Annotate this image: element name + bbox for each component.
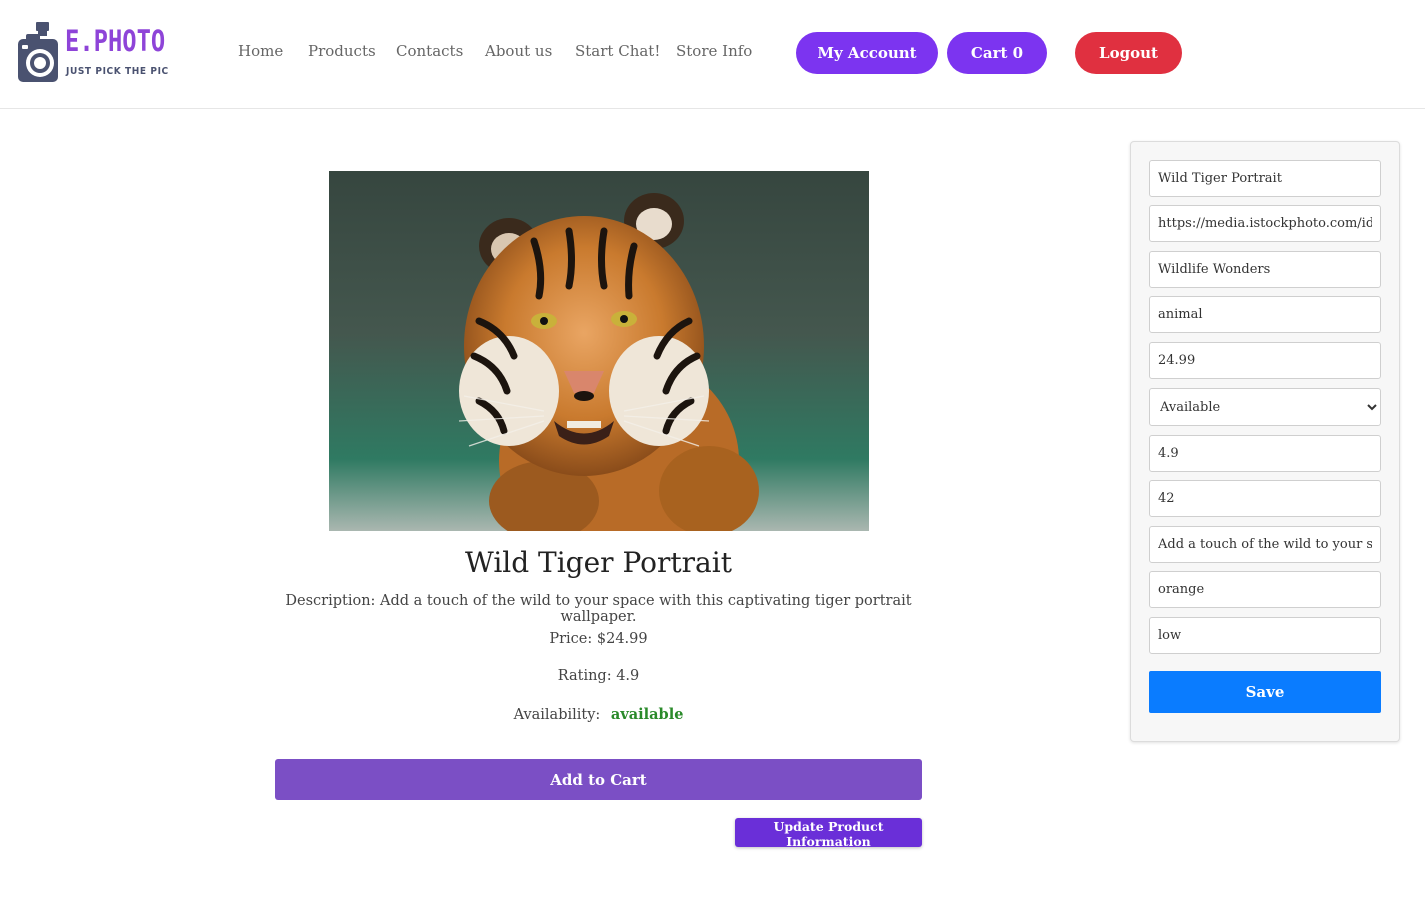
nav-home[interactable]: Home [238,42,283,60]
edit-product-panel: Available Save [1130,141,1400,742]
brand-name: E.PHOTO [65,24,166,58]
brand-logo[interactable]: E.PHOTO JUST PICK THE PIC [16,20,176,86]
color-field[interactable] [1149,571,1381,608]
camera-icon [18,22,58,82]
product-availability: Availability: available [275,706,922,723]
availability-status: available [610,706,684,723]
description-field[interactable] [1149,526,1381,563]
popularity-field[interactable] [1149,617,1381,654]
product-description: Description: Add a touch of the wild to … [285,593,912,625]
tiger-photo-icon [329,171,869,531]
availability-label: Availability: [513,707,601,723]
image-url-field[interactable] [1149,205,1381,242]
nav-about-us[interactable]: About us [485,42,552,60]
product-price: Price: $24.99 [549,631,648,647]
add-to-cart-button[interactable]: Add to Cart [275,759,922,800]
collection-field[interactable] [1149,251,1381,288]
nav-contacts[interactable]: Contacts [396,42,463,60]
nav-start-chat[interactable]: Start Chat! [575,42,660,60]
category-field[interactable] [1149,296,1381,333]
brand-tagline: JUST PICK THE PIC [66,66,169,77]
update-product-button[interactable]: Update Product Information [735,818,922,849]
save-button[interactable]: Save [1149,671,1381,713]
nav-store-info[interactable]: Store Info [676,42,752,60]
availability-select[interactable]: Available [1149,388,1381,426]
product-name-field[interactable] [1149,160,1381,197]
product-image [329,171,869,531]
logout-button[interactable]: Logout [1075,32,1182,74]
stock-field[interactable] [1149,480,1381,517]
cart-button[interactable]: Cart 0 [947,32,1047,74]
product-title: Wild Tiger Portrait [465,546,732,579]
my-account-button[interactable]: My Account [796,32,938,74]
rating-field[interactable] [1149,435,1381,472]
product-rating: Rating: 4.9 [557,668,640,684]
top-header: E.PHOTO JUST PICK THE PIC Home Products … [0,0,1425,109]
nav-products[interactable]: Products [308,42,376,60]
price-field[interactable] [1149,342,1381,379]
